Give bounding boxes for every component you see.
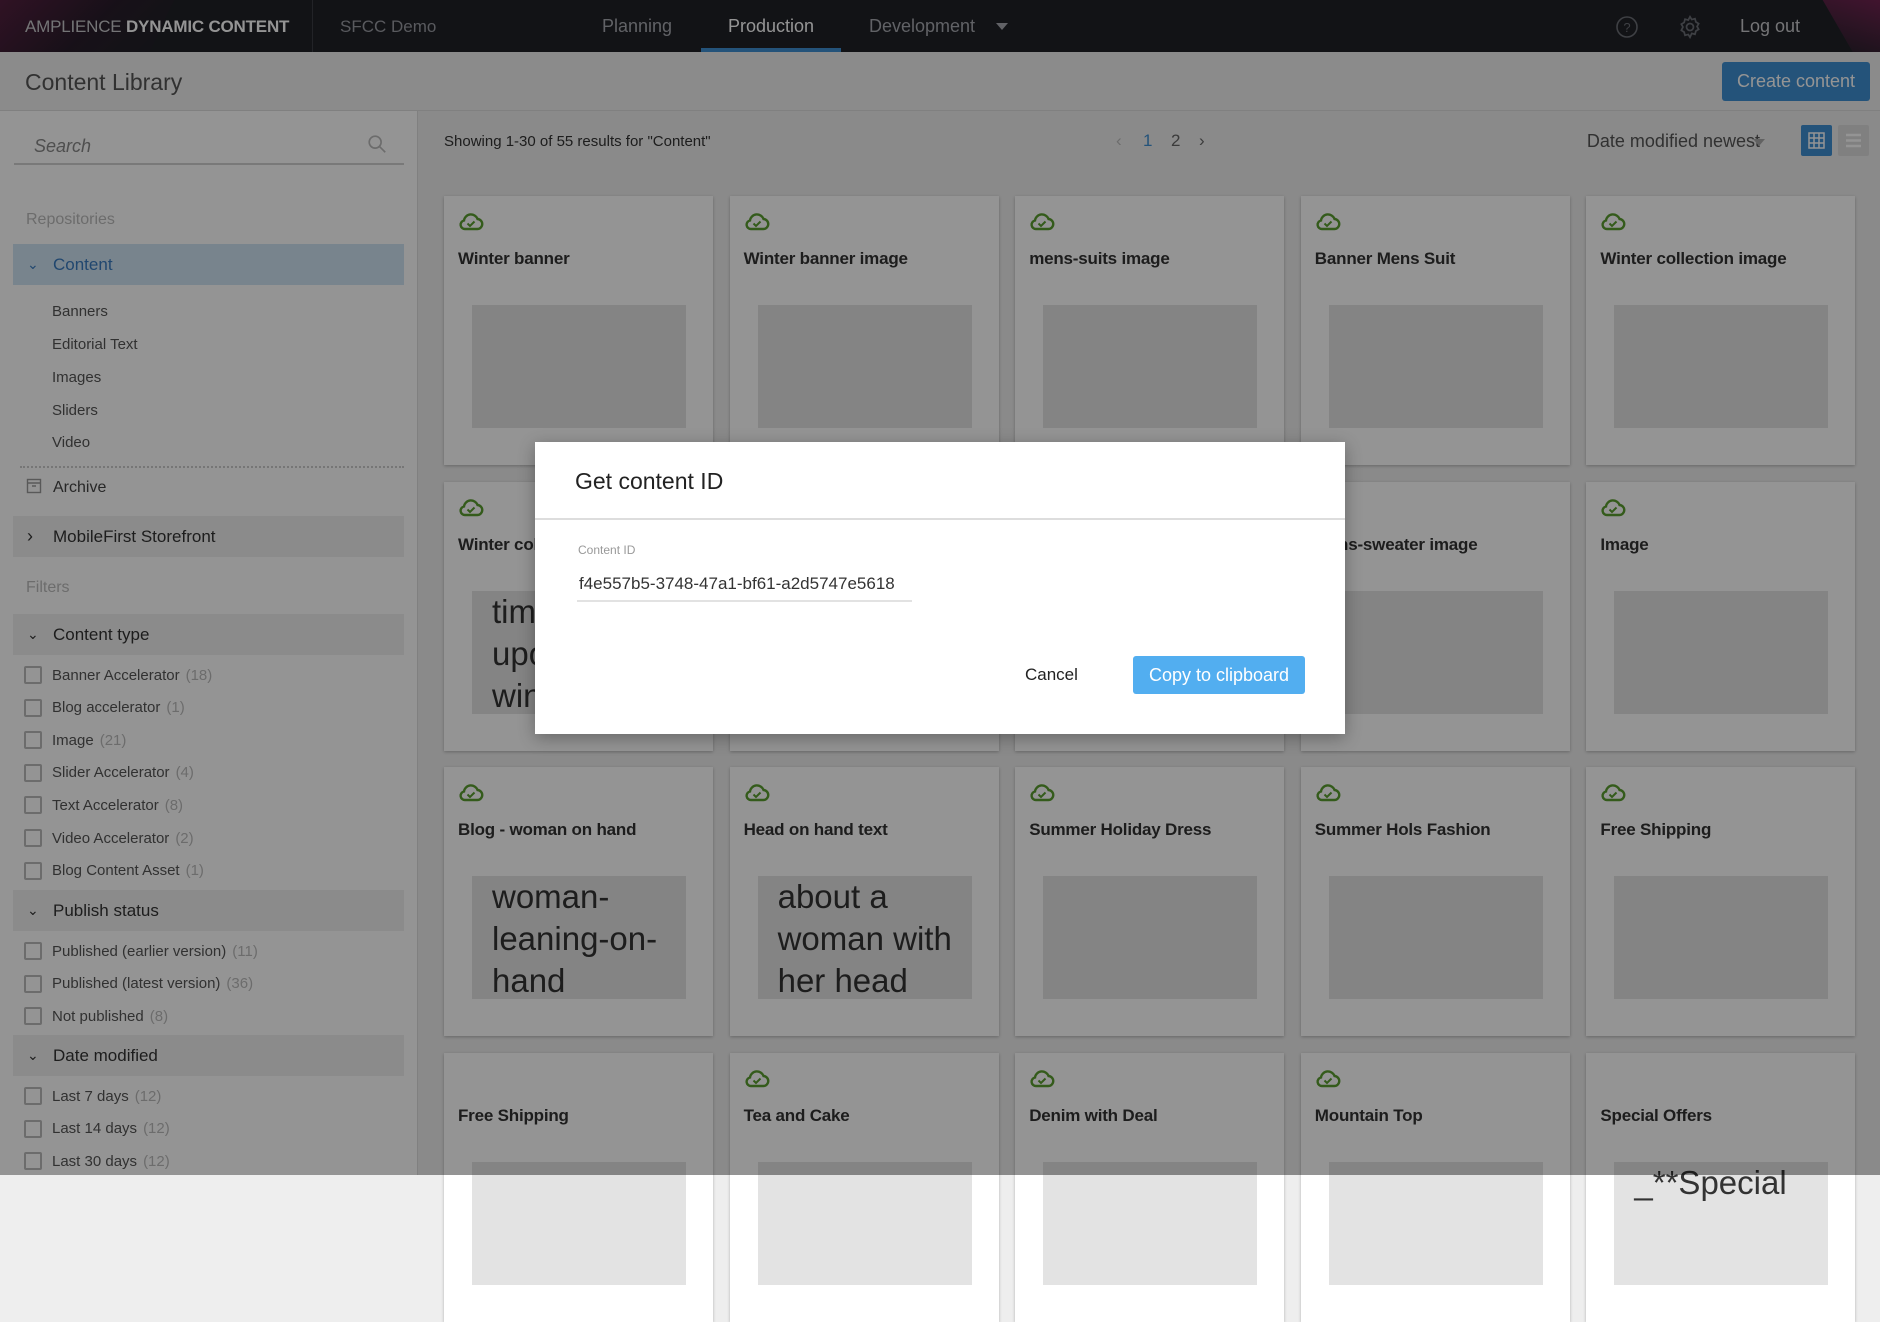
divider (535, 518, 1345, 520)
card-text-preview: _**Special (1614, 1161, 1829, 1285)
content-id-field[interactable] (577, 568, 912, 602)
card-thumbnail (757, 1161, 972, 1285)
card-text-preview (472, 1161, 686, 1285)
get-content-id-dialog: Get content ID Content ID Cancel Copy to… (535, 442, 1345, 734)
dialog-title: Get content ID (575, 468, 724, 494)
content-id-label: Content ID (578, 543, 636, 557)
card-thumbnail (1043, 1161, 1258, 1285)
cancel-button[interactable]: Cancel (1025, 656, 1078, 693)
card-thumbnail (1328, 1161, 1543, 1285)
copy-to-clipboard-button[interactable]: Copy to clipboard (1133, 656, 1305, 694)
